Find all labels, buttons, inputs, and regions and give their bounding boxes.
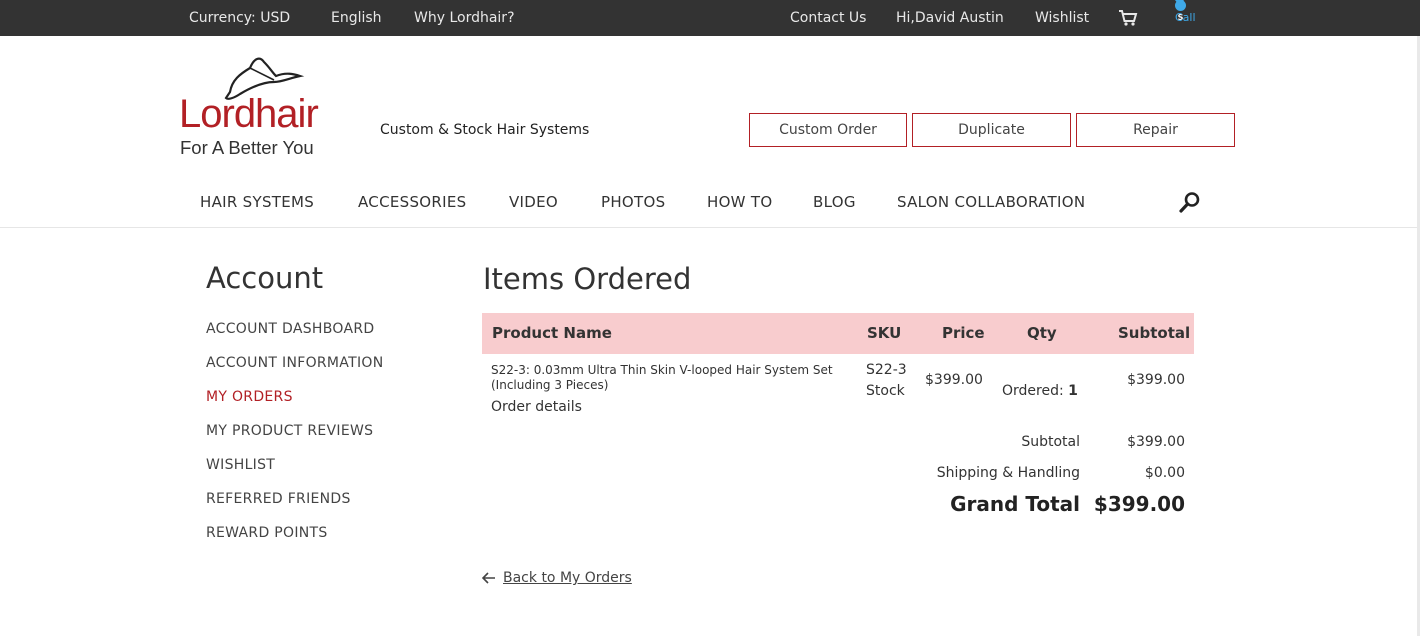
back-to-orders[interactable]: Back to My Orders	[482, 570, 632, 586]
top-bar: Currency: USD English Why Lordhair? Cont…	[0, 0, 1420, 36]
column-header-price: Price	[942, 324, 985, 342]
custom-order-button[interactable]: Custom Order	[749, 113, 907, 147]
logo-wordmark: Lordhair	[179, 92, 319, 136]
subtotal-label: Subtotal	[1021, 434, 1080, 450]
grand-total-label: Grand Total	[950, 492, 1080, 516]
nav-how-to[interactable]: HOW TO	[707, 193, 772, 211]
column-header-qty: Qty	[1027, 324, 1057, 342]
qty-value: 1	[1068, 383, 1078, 399]
back-to-orders-link[interactable]: Back to My Orders	[503, 570, 632, 586]
qty-label: Ordered:	[1002, 383, 1064, 399]
sidebar-item-account-dashboard[interactable]: ACCOUNT DASHBOARD	[206, 321, 374, 337]
nav-blog[interactable]: BLOG	[813, 193, 856, 211]
page-title: Items Ordered	[483, 262, 692, 296]
search-icon[interactable]	[1178, 190, 1202, 214]
shipping-value: $0.00	[1144, 465, 1185, 481]
why-lordhair-link[interactable]: Why Lordhair?	[414, 0, 515, 36]
nav-video[interactable]: VIDEO	[509, 193, 558, 211]
cart-icon[interactable]	[1118, 0, 1138, 36]
lordhair-logo[interactable]: Lordhair For A Better You	[178, 54, 340, 162]
sidebar-item-my-orders[interactable]: MY ORDERS	[206, 389, 293, 405]
repair-button[interactable]: Repair	[1076, 113, 1235, 147]
sidebar-item-reward-points[interactable]: REWARD POINTS	[206, 525, 328, 541]
nav-salon-collaboration[interactable]: SALON COLLABORATION	[897, 193, 1085, 211]
currency-selector[interactable]: Currency: USD	[189, 0, 290, 36]
column-header-sku: SKU	[867, 324, 902, 342]
product-name: S22-3: 0.03mm Ultra Thin Skin V-looped H…	[491, 363, 833, 392]
sidebar-item-referred-friends[interactable]: REFERRED FRIENDS	[206, 491, 351, 507]
column-header-product-name: Product Name	[492, 324, 612, 342]
account-title: Account	[206, 261, 324, 295]
subtotal-value: $399.00	[1127, 434, 1185, 450]
nav-hair-systems[interactable]: HAIR SYSTEMS	[200, 193, 314, 211]
sidebar-item-my-product-reviews[interactable]: MY PRODUCT REVIEWS	[206, 423, 373, 439]
product-qty: Ordered: 1	[1002, 383, 1078, 399]
wishlist-link[interactable]: Wishlist	[1035, 0, 1089, 36]
header-tagline: Custom & Stock Hair Systems	[380, 122, 590, 138]
duplicate-button[interactable]: Duplicate	[912, 113, 1071, 147]
contact-us-link[interactable]: Contact Us	[790, 0, 866, 36]
product-price: $399.00	[925, 372, 983, 388]
shipping-label: Shipping & Handling	[936, 465, 1080, 481]
skype-call-button[interactable]: S Call	[1175, 0, 1196, 24]
table-header: Product Name SKU Price Qty Subtotal	[482, 313, 1194, 354]
nav-accessories[interactable]: ACCESSORIES	[358, 193, 466, 211]
nav-photos[interactable]: PHOTOS	[601, 193, 665, 211]
arrow-left-icon	[482, 572, 495, 584]
logo-tagline: For A Better You	[180, 137, 314, 158]
call-label: Call	[1175, 11, 1196, 24]
grand-total-value: $399.00	[1093, 492, 1185, 516]
column-header-subtotal: Subtotal	[1118, 324, 1191, 342]
sidebar-item-wishlist[interactable]: WISHLIST	[206, 457, 275, 473]
language-selector[interactable]: English	[331, 0, 382, 36]
main-nav: HAIR SYSTEMS ACCESSORIES VIDEO PHOTOS HO…	[0, 185, 1420, 228]
sidebar-item-account-information[interactable]: ACCOUNT INFORMATION	[206, 355, 383, 371]
order-details-link[interactable]: Order details	[491, 399, 582, 415]
row-subtotal: $399.00	[1127, 372, 1185, 388]
user-greeting-link[interactable]: Hi,David Austin	[896, 0, 1004, 36]
product-sku: S22-3 Stock	[866, 362, 907, 399]
